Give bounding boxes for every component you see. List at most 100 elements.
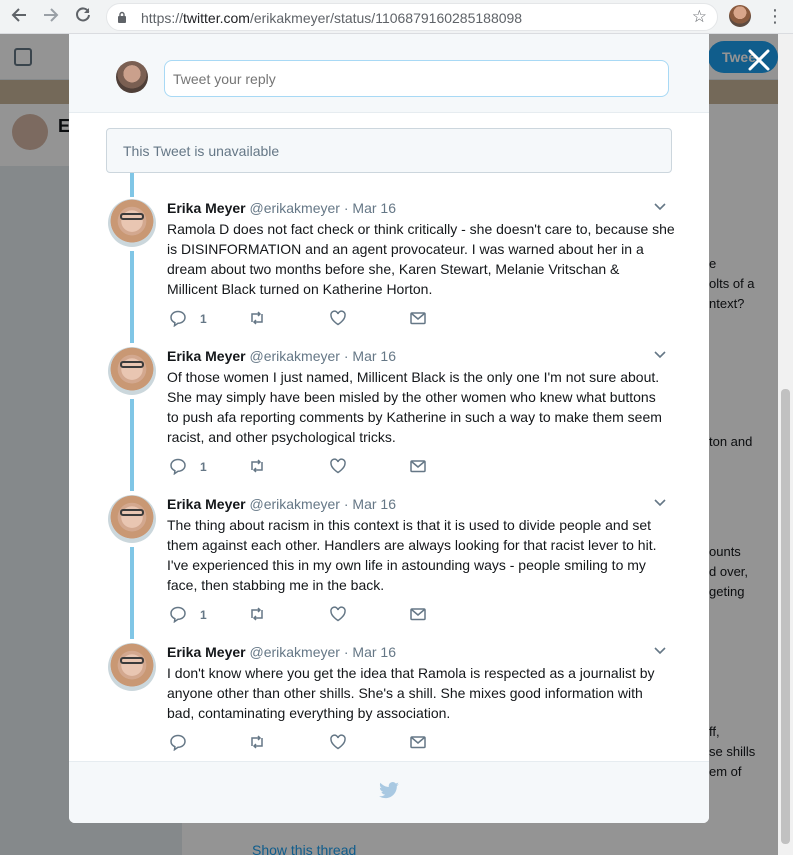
forward-arrow-icon[interactable] <box>40 6 62 28</box>
tweet-text-line: to push afa reporting comments by Kather… <box>167 409 662 425</box>
retweet-icon <box>251 607 263 621</box>
heart-icon <box>330 310 346 326</box>
retweet-button[interactable] <box>248 605 266 625</box>
tweet-author-handle[interactable]: @erikakmeyer <box>250 348 340 364</box>
tweet-text: Of those women I just named, Millicent B… <box>167 367 677 447</box>
reply-icon <box>170 310 186 328</box>
envelope-icon <box>410 736 426 749</box>
tweet-text-line: Of those women I just named, Millicent B… <box>167 369 660 385</box>
reply-count: 1 <box>200 460 207 474</box>
chevron-down-icon[interactable] <box>654 200 666 212</box>
close-icon[interactable] <box>742 43 776 77</box>
tweet-avatar[interactable] <box>108 347 156 395</box>
tweet-actions <box>167 733 447 753</box>
heart-icon <box>330 734 346 750</box>
tweet-text-line: The thing about racism in this context i… <box>167 517 652 533</box>
reply-input[interactable] <box>164 60 669 97</box>
tweet-text-line: Ramola D does not fact check or think cr… <box>167 221 675 237</box>
profile-avatar[interactable] <box>729 5 751 27</box>
reload-icon[interactable] <box>72 6 94 28</box>
reply-count: 1 <box>200 312 207 326</box>
reply-avatar <box>116 61 148 93</box>
back-arrow-icon[interactable] <box>8 6 30 28</box>
thread-line <box>130 251 134 343</box>
modal-footer <box>69 761 709 823</box>
tweet-text-line: Millicent Black turned on Katherine Hort… <box>167 281 433 297</box>
tweet-author-handle[interactable]: @erikakmeyer <box>250 496 340 512</box>
tweet-author-name[interactable]: Erika Meyer <box>167 644 246 660</box>
tweet-date[interactable]: Mar 16 <box>352 200 396 216</box>
scrollbar-thumb[interactable] <box>781 389 790 844</box>
tweet-modal: This Tweet is unavailable Erika Meyer @e… <box>69 34 709 823</box>
reply-button[interactable]: 1 <box>169 309 207 329</box>
tweet-header: Erika Meyer @erikakmeyer · Mar 16 <box>167 643 396 661</box>
tweet-header: Erika Meyer @erikakmeyer · Mar 16 <box>167 495 396 513</box>
address-bar[interactable]: https://twitter.com/erikakmeyer/status/1… <box>106 3 718 31</box>
tweet-avatar[interactable] <box>108 495 156 543</box>
lock-icon <box>118 11 126 23</box>
envelope-icon <box>410 460 426 473</box>
direct-message-button[interactable] <box>409 733 427 753</box>
chevron-down-icon[interactable] <box>654 496 666 508</box>
tweet-header: Erika Meyer @erikakmeyer · Mar 16 <box>167 199 396 217</box>
direct-message-button[interactable] <box>409 457 427 477</box>
url-prefix: https:// <box>141 10 184 26</box>
tweet-date[interactable]: Mar 16 <box>352 496 396 512</box>
page-scrollbar[interactable] <box>778 34 793 855</box>
like-button[interactable] <box>329 309 347 329</box>
like-button[interactable] <box>329 605 347 625</box>
tweet-text-line: She may simply have been misled by the o… <box>167 389 656 405</box>
tweet-avatar[interactable] <box>108 643 156 691</box>
tweet-text-line: I've experienced this in my own life in … <box>167 557 646 573</box>
retweet-button[interactable] <box>248 457 266 477</box>
tweet-avatar[interactable] <box>108 199 156 247</box>
reply-button[interactable]: 1 <box>169 605 207 625</box>
tweet-author-name[interactable]: Erika Meyer <box>167 348 246 364</box>
chevron-down-icon[interactable] <box>654 348 666 360</box>
twitter-bird-icon <box>379 782 399 799</box>
direct-message-button[interactable] <box>409 605 427 625</box>
retweet-button[interactable] <box>248 733 266 753</box>
reply-icon <box>170 606 186 624</box>
reply-button[interactable] <box>169 733 187 753</box>
retweet-icon <box>251 735 263 749</box>
chevron-down-icon[interactable] <box>654 644 666 656</box>
tweet-separator: · <box>343 200 349 216</box>
direct-message-button[interactable] <box>409 309 427 329</box>
tweet-actions: 1 <box>167 605 447 625</box>
reply-button[interactable]: 1 <box>169 457 207 477</box>
retweet-button[interactable] <box>248 309 266 329</box>
reply-count: 1 <box>200 608 207 622</box>
tweet-header: Erika Meyer @erikakmeyer · Mar 16 <box>167 347 396 365</box>
star-icon[interactable]: ☆ <box>692 7 707 27</box>
tweet-author-handle[interactable]: @erikakmeyer <box>250 644 340 660</box>
tweet-text-line: anyone other than other shills. She's a … <box>167 685 643 701</box>
kebab-menu-icon[interactable]: ⋮ <box>766 5 784 27</box>
tweet-author-name[interactable]: Erika Meyer <box>167 200 246 216</box>
tweet-text-line: dream about two months before she, Karen… <box>167 261 620 277</box>
heart-icon <box>330 458 346 474</box>
tweet-text: I don't know where you get the idea that… <box>167 663 677 723</box>
envelope-icon <box>410 312 426 325</box>
tweet-text-line: bad, contaminating everything by associa… <box>167 705 451 721</box>
reply-icon <box>170 734 186 752</box>
tweet-actions: 1 <box>167 457 447 477</box>
like-button[interactable] <box>329 457 347 477</box>
tweet-text: Ramola D does not fact check or think cr… <box>167 219 677 299</box>
browser-toolbar: https://twitter.com/erikakmeyer/status/1… <box>0 0 793 34</box>
tweet-date[interactable]: Mar 16 <box>352 348 396 364</box>
reply-icon <box>170 458 186 476</box>
tweet-separator: · <box>343 496 349 512</box>
url-host: twitter.com <box>183 10 250 26</box>
tweet-actions: 1 <box>167 309 447 329</box>
reply-bar <box>69 34 709 113</box>
like-button[interactable] <box>329 733 347 753</box>
tweet-text-line: face, then stabbing me in the back. <box>167 577 385 593</box>
tweet-separator: · <box>343 348 349 364</box>
tweet-date[interactable]: Mar 16 <box>352 644 396 660</box>
thread-line <box>130 173 134 197</box>
envelope-icon <box>410 608 426 621</box>
tweet-author-name[interactable]: Erika Meyer <box>167 496 246 512</box>
tweet-author-handle[interactable]: @erikakmeyer <box>250 200 340 216</box>
thread-line <box>130 399 134 491</box>
